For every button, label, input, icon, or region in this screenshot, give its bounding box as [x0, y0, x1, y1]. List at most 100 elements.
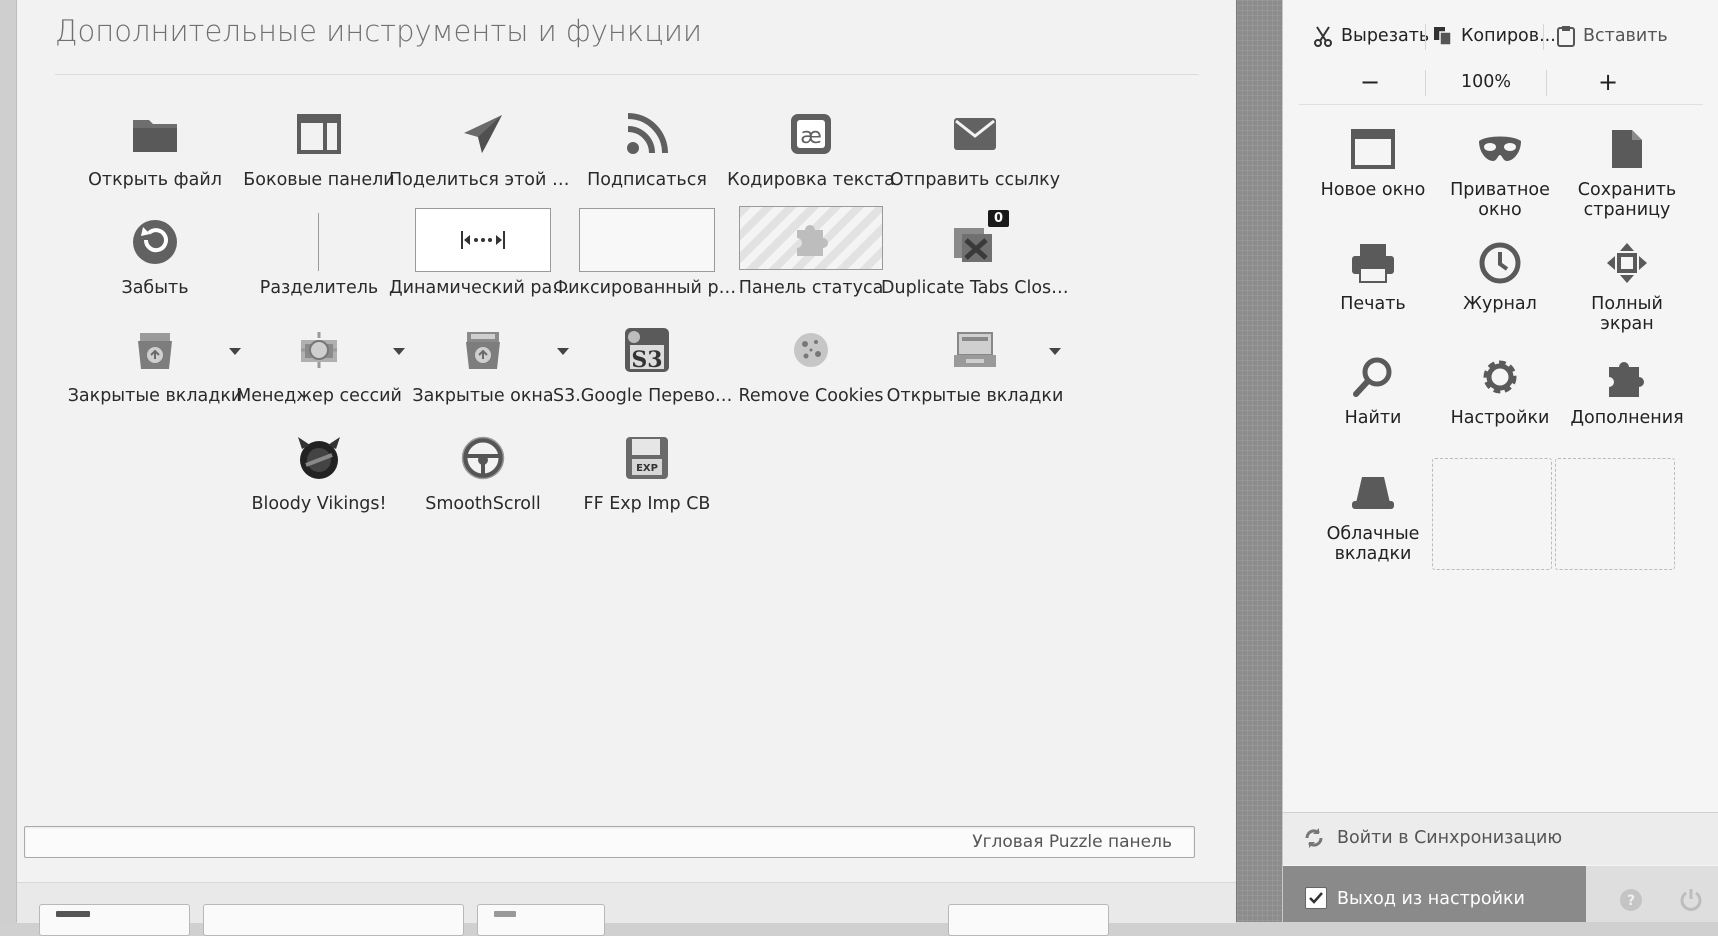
forget-icon: [127, 214, 183, 270]
palette-item-forget[interactable]: Забыть: [65, 206, 245, 314]
palette-item-send-link[interactable]: Отправить ссылку: [885, 98, 1065, 206]
email-icon: [947, 106, 1003, 162]
palette-item-smoothscroll[interactable]: SmoothScroll: [393, 422, 573, 530]
palette-item-open-tabs[interactable]: Открытые вкладки: [885, 314, 1065, 422]
palette-item-separator[interactable]: Разделитель: [229, 206, 409, 314]
palette-item-label: Открытые вкладки: [886, 386, 1064, 406]
palette-item-flexible-space[interactable]: Динамический разд...: [389, 206, 577, 314]
panel-item-new-window[interactable]: Новое окно: [1306, 110, 1440, 226]
zoom-in-button[interactable]: +: [1547, 62, 1669, 102]
zoom-controls: − 100% +: [1295, 62, 1707, 102]
vikings-icon: [291, 430, 347, 486]
panel-item-save-page[interactable]: Сохранить страницу: [1560, 110, 1694, 226]
panel-item-label: Настройки: [1450, 408, 1550, 428]
panel-item-addons[interactable]: Дополнения: [1560, 338, 1694, 454]
panel-item-label: Найти: [1344, 408, 1402, 428]
palette-item-text-encoding[interactable]: æ Кодировка текста: [721, 98, 901, 206]
edit-separator: [1543, 24, 1544, 50]
density-icon: [494, 911, 516, 917]
panel-item-find[interactable]: Найти: [1306, 338, 1440, 454]
puzzle-icon: [739, 206, 883, 270]
palette-item-label: Боковые панели: [243, 170, 395, 190]
session-manager-icon: [291, 322, 347, 378]
palette-item-label: FF Exp Imp CB: [583, 494, 711, 514]
palette-item-label: Разделитель: [259, 278, 379, 298]
palette-item-open-file[interactable]: Открыть файл: [65, 98, 245, 206]
palette-item-remove-cookies[interactable]: Remove Cookies: [721, 314, 901, 422]
palette-item-label: Закрытые вкладки: [67, 386, 243, 406]
panel-item-settings[interactable]: Настройки: [1433, 338, 1567, 454]
palette-item-bloody-vikings[interactable]: Bloody Vikings!: [229, 422, 409, 530]
paste-button[interactable]: Вставить: [1557, 16, 1668, 56]
gear-icon: [1475, 352, 1525, 402]
closed-tabs-icon: [127, 322, 183, 378]
palette-item-status-panel[interactable]: Панель статуса: [721, 206, 901, 314]
edit-separator: [1425, 24, 1426, 50]
panel-divider: [1236, 0, 1283, 922]
toolbars-icon: [56, 911, 90, 917]
panel-item-cloud-tabs[interactable]: Облачные вкладки: [1306, 454, 1440, 570]
cut-button[interactable]: Вырезать: [1313, 16, 1429, 56]
palette-item-sidebars[interactable]: Боковые панели: [229, 98, 409, 206]
zoom-level[interactable]: 100%: [1426, 62, 1546, 102]
bottom-button-restore-defaults[interactable]: [948, 904, 1109, 936]
s3-translate-icon: S3: [619, 322, 675, 378]
palette-item-s3-google-translate[interactable]: S3 S3.Google Перевод...: [553, 314, 741, 422]
duplicate-tabs-icon: 0: [947, 210, 1009, 270]
copy-button[interactable]: Копиров...: [1433, 16, 1556, 56]
palette-item-fixed-space[interactable]: Фиксированный ра...: [553, 206, 741, 314]
palette-item-share-page[interactable]: Поделиться этой ст...: [389, 98, 577, 206]
palette-item-session-manager[interactable]: Менеджер сессий: [229, 314, 409, 422]
palette-item-closed-tabs[interactable]: Закрытые вкладки: [65, 314, 245, 422]
palette-item-label: Подписаться: [587, 170, 707, 190]
copy-label: Копиров...: [1461, 26, 1556, 46]
sync-icon: [1305, 828, 1323, 848]
corner-puzzle-bar-label: Угловая Puzzle панель: [972, 832, 1172, 852]
corner-puzzle-bar[interactable]: Угловая Puzzle панель: [24, 826, 1195, 858]
bottom-button-density[interactable]: [477, 904, 605, 936]
palette-item-label: Кодировка текста: [727, 170, 895, 190]
palette-item-closed-windows[interactable]: Закрытые окна: [393, 314, 573, 422]
panel-item-fullscreen[interactable]: Полный экран: [1560, 224, 1694, 340]
palette-item-label: Забыть: [121, 278, 189, 298]
panel-item-private-window[interactable]: Приватное окно: [1433, 110, 1567, 226]
palette-title: Дополнительные инструменты и функции: [55, 14, 703, 48]
paste-label: Вставить: [1583, 26, 1668, 46]
open-tabs-dropdown[interactable]: [1049, 348, 1061, 355]
copy-icon: [1434, 27, 1452, 46]
empty-panel-slot[interactable]: [1432, 458, 1552, 570]
folder-icon: [127, 106, 183, 162]
search-icon: [1348, 352, 1398, 402]
text-encoding-icon: æ: [783, 106, 839, 162]
new-window-icon: [1348, 124, 1398, 174]
palette-item-label: Закрытые окна: [412, 386, 554, 406]
empty-panel-slot[interactable]: [1555, 458, 1675, 570]
clipboard-icon: [1557, 26, 1575, 47]
sidebar-icon: [291, 106, 347, 162]
sync-signin-button[interactable]: Войти в Синхронизацию: [1283, 812, 1718, 865]
power-icon[interactable]: [1679, 888, 1703, 912]
palette-item-subscribe[interactable]: Подписаться: [557, 98, 737, 206]
steering-wheel-icon: [455, 430, 511, 486]
palette-item-duplicate-tabs-closer[interactable]: 0 Duplicate Tabs Closer: [881, 206, 1069, 314]
palette-item-label: Фиксированный ра...: [553, 278, 741, 298]
palette-item-label: Отправить ссылку: [889, 170, 1061, 190]
palette-item-ff-exp-imp-cb[interactable]: EXP FF Exp Imp CB: [557, 422, 737, 530]
cloud-tabs-icon: [1348, 468, 1398, 518]
panel-item-history[interactable]: Журнал: [1433, 224, 1567, 340]
palette-item-label: Поделиться этой ст...: [389, 170, 577, 190]
svg-text:?: ?: [1627, 893, 1635, 909]
zoom-out-button[interactable]: −: [1315, 62, 1425, 102]
palette-item-label: Открыть файл: [88, 170, 222, 190]
svg-text:S3: S3: [631, 347, 662, 373]
svg-text:EXP: EXP: [636, 463, 658, 474]
palette-item-label: SmoothScroll: [425, 494, 541, 514]
help-icon[interactable]: ?: [1619, 888, 1643, 912]
bottom-button-toolbars[interactable]: [39, 904, 190, 936]
panel-item-print[interactable]: Печать: [1306, 224, 1440, 340]
customize-palette: Дополнительные инструменты и функции Отк…: [17, 0, 1236, 922]
svg-text:æ: æ: [800, 124, 822, 149]
exit-customize-button[interactable]: Выход из настройки: [1283, 866, 1586, 922]
bottom-button-themes[interactable]: [203, 904, 464, 936]
rss-icon: [619, 106, 675, 162]
